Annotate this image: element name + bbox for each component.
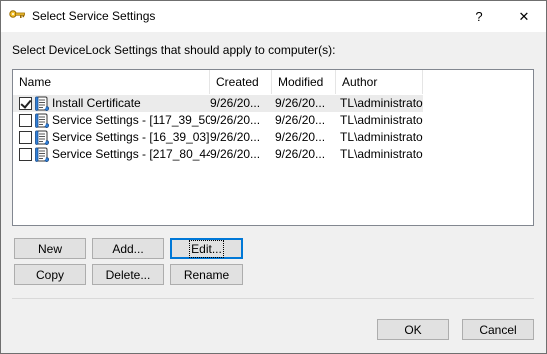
close-button[interactable]: ✕ [502, 1, 546, 32]
row-author: TL\administrator [340, 113, 423, 127]
title-bar: Select Service Settings ? ✕ [1, 1, 546, 32]
rename-button[interactable]: Rename [170, 264, 243, 285]
row-name: Install Certificate [52, 96, 141, 110]
window-title: Select Service Settings [32, 9, 156, 23]
settings-list[interactable]: Name Created Modified Author Install Cer… [12, 69, 534, 226]
column-header-created[interactable]: Created [210, 70, 272, 94]
row-created: 9/26/20... [210, 113, 261, 127]
separator [12, 298, 534, 299]
ok-button[interactable]: OK [377, 319, 449, 340]
cancel-button-label: Cancel [479, 322, 517, 337]
cancel-button[interactable]: Cancel [462, 319, 534, 340]
list-item[interactable]: Service Settings - [217_80_44] 9/26/20..… [13, 146, 423, 163]
row-created: 9/26/20... [210, 130, 261, 144]
column-header-author[interactable]: Author [336, 70, 423, 94]
row-modified: 9/26/20... [275, 96, 326, 110]
row-checkbox[interactable] [19, 97, 32, 110]
settings-script-icon [35, 147, 50, 163]
list-item[interactable]: Service Settings - [117_39_50] 9/26/20..… [13, 112, 423, 129]
row-name: Service Settings - [117_39_50] [52, 113, 210, 127]
key-icon [9, 10, 25, 18]
add-button[interactable]: Add... [92, 238, 164, 259]
new-button[interactable]: New [14, 238, 86, 259]
row-created: 9/26/20... [210, 96, 261, 110]
row-modified: 9/26/20... [275, 113, 326, 127]
settings-script-icon [35, 113, 50, 129]
row-checkbox[interactable] [19, 131, 32, 144]
dialog-window: Select Service Settings ? ✕ Select Devic… [0, 0, 547, 354]
edit-button-label: Edit... [189, 239, 224, 258]
copy-button[interactable]: Copy [14, 264, 86, 285]
help-button[interactable]: ? [457, 1, 501, 32]
edit-button[interactable]: Edit... [170, 238, 243, 259]
row-name: Service Settings - [217_80_44] [52, 147, 210, 161]
instruction-label: Select DeviceLock Settings that should a… [12, 43, 336, 57]
settings-script-icon [35, 96, 50, 112]
delete-button-label: Delete... [105, 267, 151, 282]
row-created: 9/26/20... [210, 147, 261, 161]
row-modified: 9/26/20... [275, 147, 326, 161]
copy-button-label: Copy [35, 267, 64, 282]
add-button-label: Add... [112, 241, 144, 256]
row-checkbox[interactable] [19, 114, 32, 127]
row-name: Service Settings - [16_39_03] [52, 130, 210, 144]
column-header-name[interactable]: Name [13, 70, 210, 94]
row-checkbox[interactable] [19, 148, 32, 161]
settings-script-icon [35, 130, 50, 146]
list-item[interactable]: Service Settings - [16_39_03] 9/26/20...… [13, 129, 423, 146]
list-item[interactable]: Install Certificate 9/26/20... 9/26/20..… [13, 95, 423, 112]
row-author: TL\administrator [340, 130, 423, 144]
row-author: TL\administrator [340, 147, 423, 161]
ok-button-label: OK [404, 322, 422, 337]
delete-button[interactable]: Delete... [92, 264, 164, 285]
new-button-label: New [37, 241, 62, 256]
column-header-modified[interactable]: Modified [272, 70, 336, 94]
row-modified: 9/26/20... [275, 130, 326, 144]
row-author: TL\administrator [340, 96, 423, 110]
rename-button-label: Rename [183, 267, 230, 282]
